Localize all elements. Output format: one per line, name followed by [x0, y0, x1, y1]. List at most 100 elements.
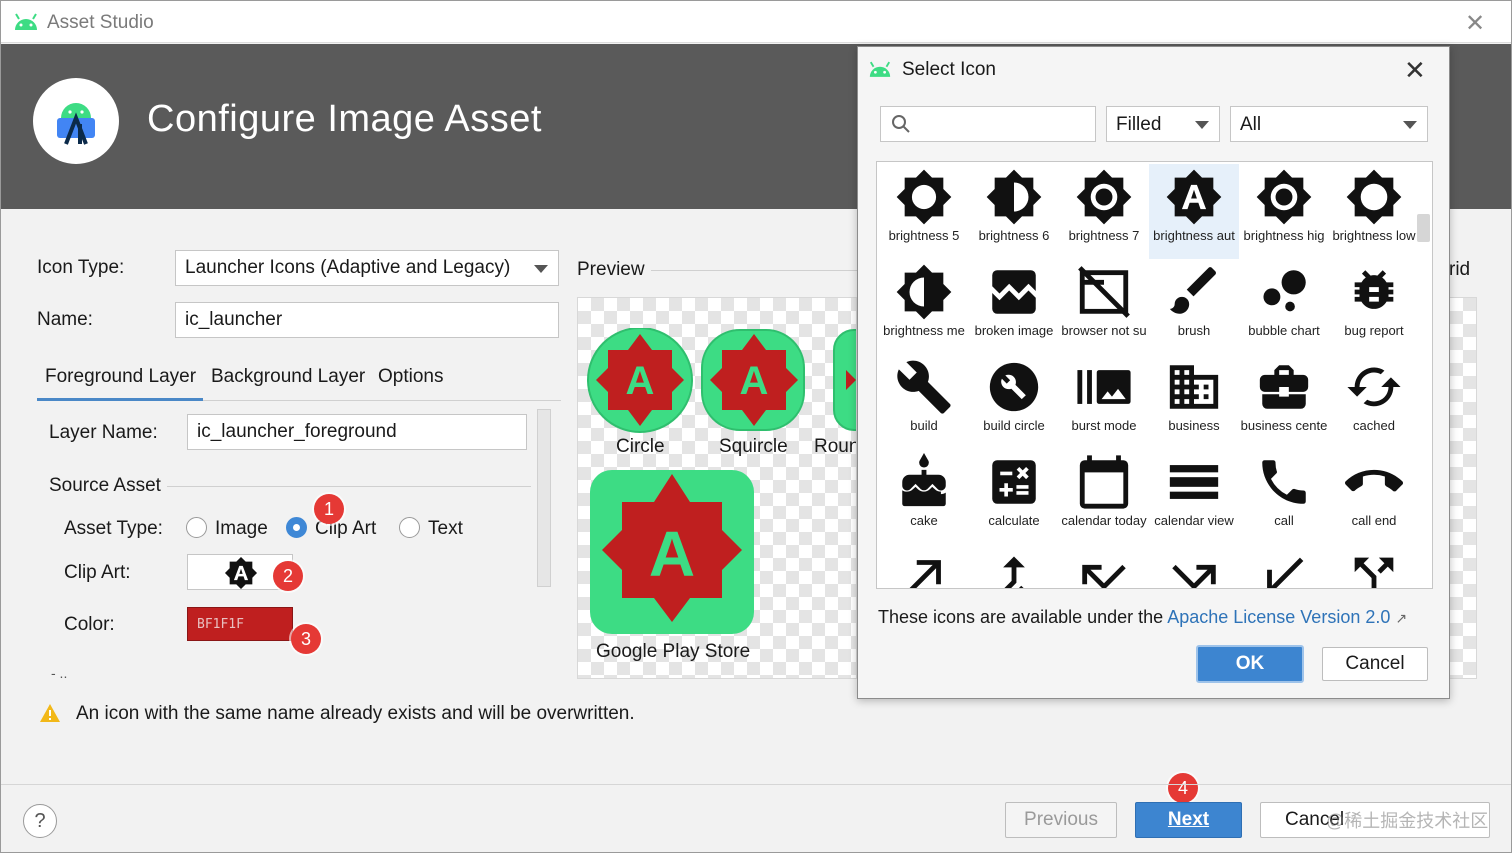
svg-text:A: A: [649, 518, 695, 590]
color-label: Color:: [64, 614, 115, 635]
icon-cell-label: burst mode: [1071, 418, 1137, 433]
tab-background-layer[interactable]: Background Layer: [211, 366, 365, 388]
icon-cell-browser-not-supported[interactable]: browser not su: [1059, 259, 1149, 354]
radio-clip-art[interactable]: [286, 517, 307, 538]
icon-cell-build-circle[interactable]: build circle: [969, 354, 1059, 449]
icon-cell-label: cake: [910, 513, 938, 528]
icon-cell-brightness-5[interactable]: brightness 5: [879, 164, 969, 259]
icon-cell-cached[interactable]: cached: [1329, 354, 1419, 449]
icon-cell-call-end[interactable]: call end: [1329, 449, 1419, 544]
svg-text:A: A: [626, 359, 655, 403]
icon-cell-label: business cente: [1240, 418, 1328, 433]
warning-icon: [40, 704, 60, 722]
icon-cell-broken-image[interactable]: broken image: [969, 259, 1059, 354]
android-icon: [15, 13, 37, 30]
previous-button[interactable]: Previous: [1005, 802, 1117, 838]
icon-cell-label: brightness low: [1332, 228, 1416, 243]
calendar-today-icon: [1059, 453, 1149, 511]
icon-cell-bubble-chart[interactable]: bubble chart: [1239, 259, 1329, 354]
preview-rounded-label: Roun: [814, 436, 857, 457]
external-link-icon: ↗: [1395, 610, 1408, 626]
icon-cell-label: cached: [1353, 418, 1395, 433]
select-icon-dialog: Select Icon ✕ Filled All call end call cal…: [857, 46, 1450, 699]
icon-cell-call-split[interactable]: [1329, 544, 1419, 588]
tab-foreground-layer[interactable]: Foreground Layer: [45, 366, 196, 388]
icon-cell-brightness-low[interactable]: brightness low: [1329, 164, 1419, 259]
icon-cell-business-center[interactable]: business cente: [1239, 354, 1329, 449]
form-scrollbar[interactable]: [537, 409, 551, 587]
call-missed-icon: [1059, 548, 1149, 588]
cake-icon: [879, 453, 969, 511]
icon-cell-burst-mode[interactable]: burst mode: [1059, 354, 1149, 449]
icon-cell-calendar-view[interactable]: calendar view: [1149, 449, 1239, 544]
icon-cell-brightness-7[interactable]: brightness 7: [1059, 164, 1149, 259]
icon-cell-brush[interactable]: brush: [1149, 259, 1239, 354]
footer-divider: [1, 784, 1511, 785]
icon-cell-brightness-6[interactable]: brightness 6: [969, 164, 1059, 259]
icon-cell-call[interactable]: call: [1239, 449, 1329, 544]
step-badge-4: 4: [1168, 773, 1198, 803]
help-button[interactable]: ?: [23, 804, 57, 838]
icon-cell-calendar-today[interactable]: calendar today: [1059, 449, 1149, 544]
chevron-down-icon: [1403, 121, 1417, 129]
brightness-high-icon: [1239, 168, 1329, 226]
build-circle-icon: [969, 358, 1059, 416]
icon-cell-label: calendar view: [1154, 513, 1234, 528]
radio-image[interactable]: [186, 517, 207, 538]
icon-cell-label: bubble chart: [1248, 323, 1320, 338]
close-icon[interactable]: ✕: [1465, 9, 1485, 38]
icon-cell-bug-report[interactable]: bug report: [1329, 259, 1419, 354]
icon-cell-label: build circle: [983, 418, 1045, 433]
warning-message: An icon with the same name already exist…: [76, 703, 635, 724]
icon-cell-business[interactable]: business: [1149, 354, 1239, 449]
radio-text[interactable]: [399, 517, 420, 538]
icon-type-select[interactable]: Launcher Icons (Adaptive and Legacy): [175, 250, 559, 286]
icon-cell-call-merge[interactable]: [969, 544, 1059, 588]
color-swatch[interactable]: BF1F1F: [187, 607, 293, 641]
icon-cell-brightness-high[interactable]: brightness hig: [1239, 164, 1329, 259]
icon-cell-brightness-auto[interactable]: brightness aut: [1149, 164, 1239, 259]
icon-cell-call-received[interactable]: [1239, 544, 1329, 588]
dialog-cancel-button[interactable]: Cancel: [1322, 647, 1428, 681]
preview-squircle-label: Squircle: [719, 436, 788, 457]
layer-name-input[interactable]: ic_launcher_foreground: [187, 414, 527, 450]
license-link[interactable]: Apache License Version 2.0: [1167, 607, 1390, 627]
step-badge-3: 3: [291, 624, 321, 654]
chevron-down-icon: [1195, 121, 1209, 129]
icon-cell-build[interactable]: build: [879, 354, 969, 449]
name-input[interactable]: ic_launcher: [175, 302, 559, 338]
icon-cell-call-made[interactable]: [879, 544, 969, 588]
tab-options[interactable]: Options: [378, 366, 443, 388]
icon-cell-label: brightness 6: [978, 228, 1050, 243]
page-title: Configure Image Asset: [147, 98, 542, 140]
preview-divider: [651, 270, 857, 271]
icon-style-select[interactable]: Filled: [1106, 106, 1220, 142]
icon-grid-scrollbar[interactable]: [1417, 214, 1430, 242]
preview-play-store-label: Google Play Store: [596, 641, 751, 662]
radio-text-label[interactable]: Text: [428, 518, 463, 540]
icon-category-select[interactable]: All: [1230, 106, 1428, 142]
android-studio-logo: [33, 78, 119, 164]
icon-cell-calculate[interactable]: calculate: [969, 449, 1059, 544]
icon-cell-label: brush: [1177, 323, 1211, 338]
chevron-down-icon: [534, 265, 548, 273]
icon-grid: call end call calendar view calendar today c…: [876, 161, 1433, 589]
close-icon[interactable]: ✕: [1404, 55, 1426, 86]
icon-cell-cake[interactable]: cake: [879, 449, 969, 544]
icon-cell-label: brightness me: [883, 323, 965, 338]
radio-image-label[interactable]: Image: [215, 518, 268, 540]
icon-cell-brightness-medium[interactable]: brightness me: [879, 259, 969, 354]
preview-rounded-icon: [833, 329, 856, 431]
next-button-label: Next: [1167, 809, 1210, 830]
icon-cell-label: brightness 5: [888, 228, 960, 243]
icon-cell-call-missed-outgoing[interactable]: [1149, 544, 1239, 588]
icon-cell-label: broken image: [974, 323, 1054, 338]
next-button[interactable]: Next: [1135, 802, 1242, 838]
call-end-icon: [1329, 453, 1419, 511]
build-icon: [879, 358, 969, 416]
android-icon: [869, 61, 891, 77]
ok-button[interactable]: OK: [1196, 645, 1304, 683]
icon-cell-call-missed[interactable]: [1059, 544, 1149, 588]
step-badge-2: 2: [273, 561, 303, 591]
icon-search-input[interactable]: [880, 106, 1096, 142]
